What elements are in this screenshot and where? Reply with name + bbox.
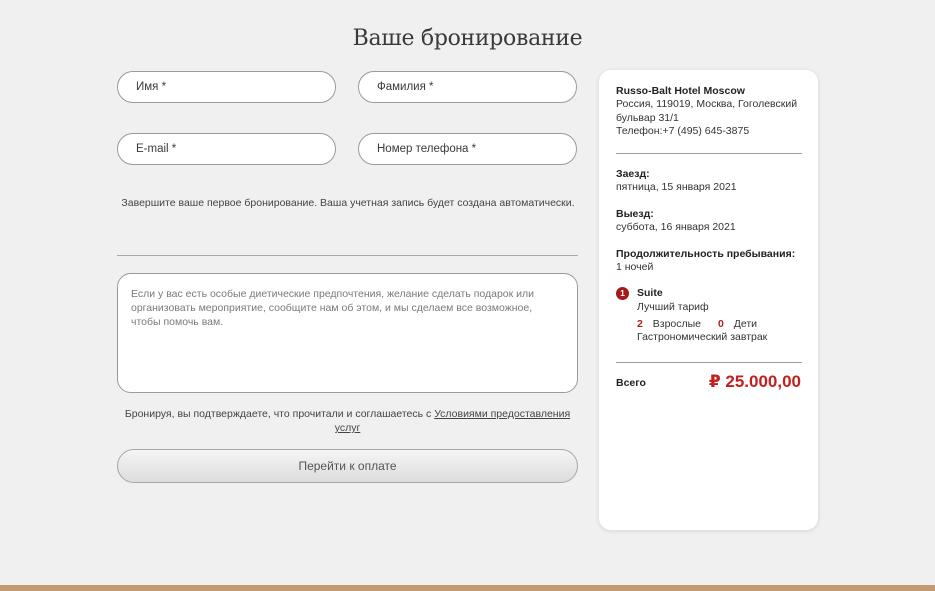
- hotel-name: Russo-Balt Hotel Moscow: [616, 85, 745, 97]
- checkout-label: Выезд:: [616, 208, 654, 220]
- summary-divider-bottom: [616, 362, 802, 363]
- summary-divider-top: [616, 153, 802, 154]
- first-name-field[interactable]: [117, 71, 336, 103]
- terms-text: Бронируя, вы подтверждаете, что прочитал…: [124, 408, 435, 420]
- account-note: Завершите ваше первое бронирование. Ваша…: [121, 197, 575, 209]
- last-name-input[interactable]: [377, 81, 557, 93]
- form-divider: [117, 255, 578, 256]
- children-count: 0: [717, 318, 724, 330]
- phone-field[interactable]: [358, 133, 577, 165]
- room-guests: 2 Взрослые 0 Дети: [637, 318, 827, 332]
- comments-field[interactable]: [117, 273, 578, 393]
- room-meal: Гастрономический завтрак: [637, 331, 768, 343]
- checkout-value: суббота, 16 января 2021: [616, 221, 736, 233]
- room-number-badge: 1: [616, 287, 629, 300]
- email-field[interactable]: [117, 133, 336, 165]
- page-title: Ваше бронирование: [352, 26, 583, 51]
- email-input[interactable]: [136, 143, 316, 155]
- duration-value: 1 ночей: [616, 261, 654, 273]
- comments-textarea[interactable]: [131, 287, 559, 382]
- hotel-phone: Телефон:+7 (495) 645-3875: [616, 125, 750, 137]
- phone-input[interactable]: [377, 143, 557, 155]
- adults-count: 2: [637, 318, 643, 330]
- terms-notice: Бронируя, вы подтверждаете, что прочитал…: [117, 407, 578, 435]
- checkin-label: Заезд:: [616, 168, 650, 180]
- first-name-input[interactable]: [136, 81, 316, 93]
- room-rate: Лучший тариф: [637, 301, 709, 313]
- footer-bar: [0, 585, 935, 591]
- last-name-field[interactable]: [358, 71, 577, 103]
- total-price: ₽ 25.000,00: [708, 372, 801, 391]
- children-label: Дети: [733, 318, 757, 330]
- booking-summary-card: Russo-Balt Hotel Moscow Россия, 119019, …: [599, 70, 818, 530]
- room-name: Suite: [637, 287, 663, 299]
- proceed-to-payment-button[interactable]: Перейти к оплате: [117, 449, 578, 483]
- hotel-address: Россия, 119019, Москва, Гоголевский буль…: [616, 98, 798, 124]
- adults-label: Взрослые: [652, 318, 702, 330]
- checkin-value: пятница, 15 января 2021: [616, 181, 737, 193]
- duration-label: Продолжительность пребывания:: [616, 248, 796, 260]
